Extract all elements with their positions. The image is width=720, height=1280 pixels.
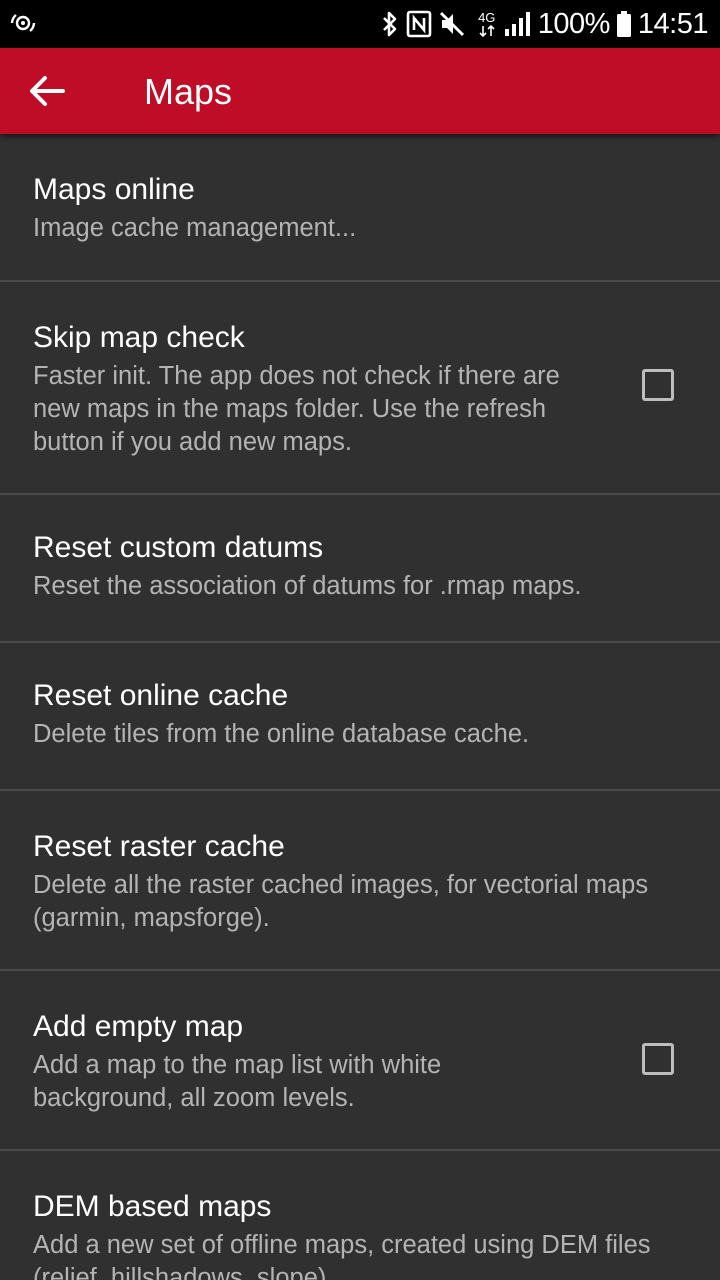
pref-summary: Add a map to the map list with white bac… <box>33 1051 442 1112</box>
pref-text: DEM based maps Add a new set of offline … <box>33 1187 673 1280</box>
skip-map-check-checkbox[interactable] <box>642 369 674 401</box>
4g-data-icon: 4G <box>476 8 498 40</box>
pref-title: Reset raster cache <box>33 830 285 863</box>
pref-text: Reset raster cache Delete all the raster… <box>33 827 653 935</box>
mute-icon <box>438 10 466 38</box>
network-type-label: 4G <box>478 10 496 25</box>
pref-add-empty-map[interactable]: Add empty map Add a map to the map list … <box>0 971 720 1149</box>
pref-maps-online[interactable]: Maps online Image cache management... <box>0 134 720 280</box>
pref-skip-map-check[interactable]: Skip map check Faster init. The app does… <box>0 282 720 493</box>
settings-list: Maps online Image cache management... Sk… <box>0 134 720 1280</box>
pref-summary: Reset the association of datums for .rma… <box>33 572 582 600</box>
pref-title: DEM based maps <box>33 1190 272 1223</box>
pref-summary: Delete all the raster cached images, for… <box>33 871 649 932</box>
signal-icon <box>504 11 532 37</box>
cast-icon <box>8 10 38 38</box>
back-button[interactable] <box>18 62 76 120</box>
pref-reset-online-cache[interactable]: Reset online cache Delete tiles from the… <box>0 643 720 789</box>
pref-title: Reset online cache <box>33 679 289 712</box>
pref-summary: Image cache management... <box>33 214 357 242</box>
pref-title: Skip map check <box>33 321 245 354</box>
pref-summary: Add a new set of offline maps, created u… <box>33 1231 651 1280</box>
pref-title: Maps online <box>33 173 195 206</box>
pref-text: Skip map check Faster init. The app does… <box>33 318 573 459</box>
pref-text: Reset custom datums Reset the associatio… <box>33 528 687 603</box>
app-bar: Maps <box>0 48 720 134</box>
clock: 14:51 <box>637 7 709 40</box>
pref-text: Add empty map Add a map to the map list … <box>33 1007 533 1115</box>
battery-percent: 100% <box>537 7 611 40</box>
pref-title: Reset custom datums <box>33 531 324 564</box>
add-empty-map-checkbox[interactable] <box>642 1043 674 1075</box>
pref-reset-custom-datums[interactable]: Reset custom datums Reset the associatio… <box>0 495 720 641</box>
bluetooth-icon <box>380 10 400 38</box>
pref-dem-based-maps[interactable]: DEM based maps Add a new set of offline … <box>0 1151 720 1280</box>
pref-title: Add empty map <box>33 1010 244 1043</box>
page-title: Maps <box>144 71 233 112</box>
pref-text: Reset online cache Delete tiles from the… <box>33 676 633 751</box>
arrow-left-icon <box>29 75 65 107</box>
status-bar: 4G 100% 14:51 <box>0 0 720 48</box>
nfc-icon <box>406 10 432 38</box>
pref-summary: Faster init. The app does not check if t… <box>33 362 560 456</box>
pref-reset-raster-cache[interactable]: Reset raster cache Delete all the raster… <box>0 791 720 969</box>
status-icons: 4G 100% 14:51 <box>380 0 709 48</box>
pref-summary: Delete tiles from the online database ca… <box>33 720 530 748</box>
battery-icon <box>616 10 632 38</box>
pref-text: Maps online Image cache management... <box>33 170 633 245</box>
